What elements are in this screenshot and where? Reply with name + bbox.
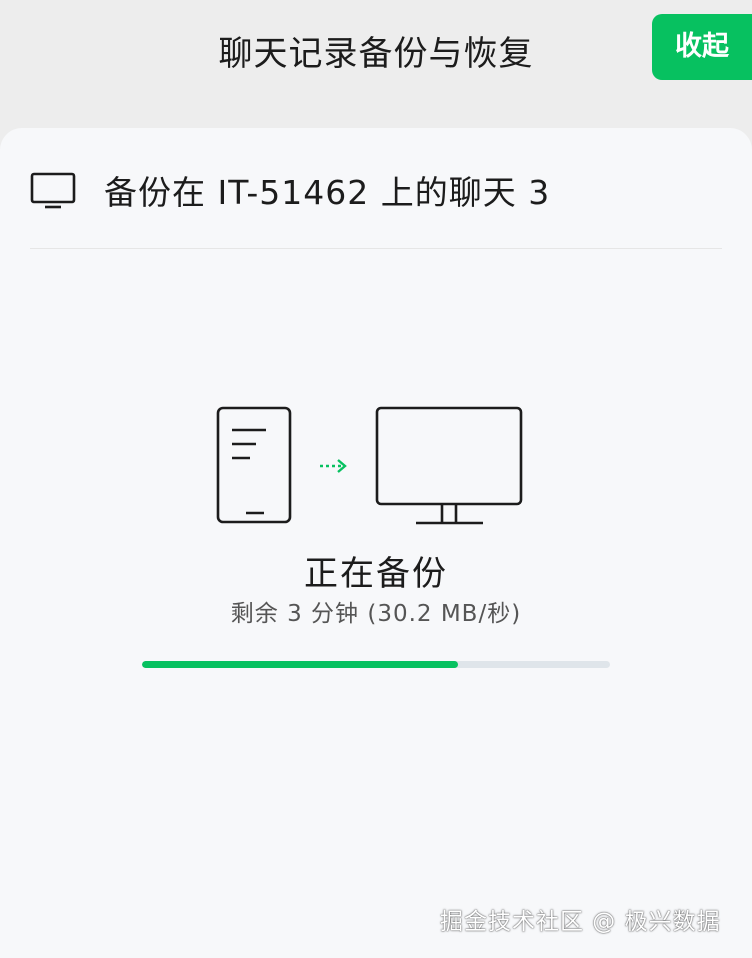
collapse-button[interactable]: 收起: [652, 14, 752, 80]
backup-status-title: 正在备份: [304, 554, 448, 594]
phone-icon: [216, 406, 292, 524]
backup-illustration: [216, 406, 523, 525]
top-bar: 聊天记录备份与恢复 收起: [0, 0, 752, 130]
backup-target-row: 备份在 IT-51462 上的聊天 3: [30, 158, 722, 248]
backup-progress-bar: [142, 661, 610, 668]
watermark: 掘金技术社区 @ 极兴数据: [440, 909, 721, 935]
arrow-right-icon: [320, 459, 347, 473]
monitor-icon: [30, 172, 76, 209]
backup-remaining-text: 剩余 3 分钟 (30.2 MB/秒): [230, 601, 522, 627]
page-title: 聊天记录备份与恢复: [218, 34, 534, 74]
backup-progress-fill: [142, 661, 458, 668]
backup-panel: 备份在 IT-51462 上的聊天 3 正在备份 剩余 3 分钟 (30.2 M…: [0, 128, 752, 958]
backup-target-label: 备份在 IT-51462 上的聊天 3: [104, 173, 551, 212]
divider: [30, 248, 722, 249]
monitor-icon: [375, 406, 523, 525]
